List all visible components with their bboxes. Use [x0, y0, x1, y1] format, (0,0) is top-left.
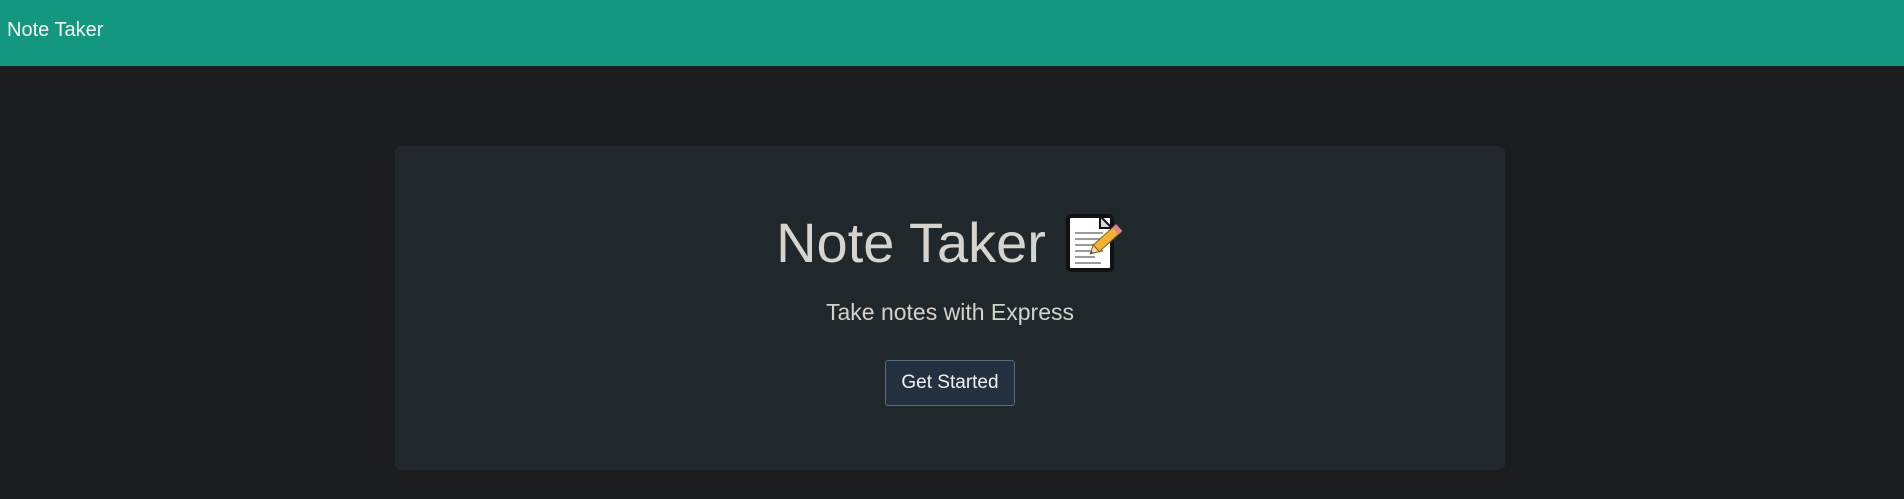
navbar-brand[interactable]: Note Taker	[7, 19, 103, 41]
hero-title-row: Note Taker	[395, 210, 1505, 276]
get-started-button[interactable]: Get Started	[885, 360, 1015, 406]
hero-card: Note Taker Take notes with Express Get S…	[395, 146, 1505, 470]
memo-icon	[1065, 213, 1123, 272]
hero-subtitle: Take notes with Express	[825, 299, 1074, 325]
hero-title: Note Taker	[776, 211, 1046, 274]
navbar: Note Taker	[0, 0, 1904, 66]
